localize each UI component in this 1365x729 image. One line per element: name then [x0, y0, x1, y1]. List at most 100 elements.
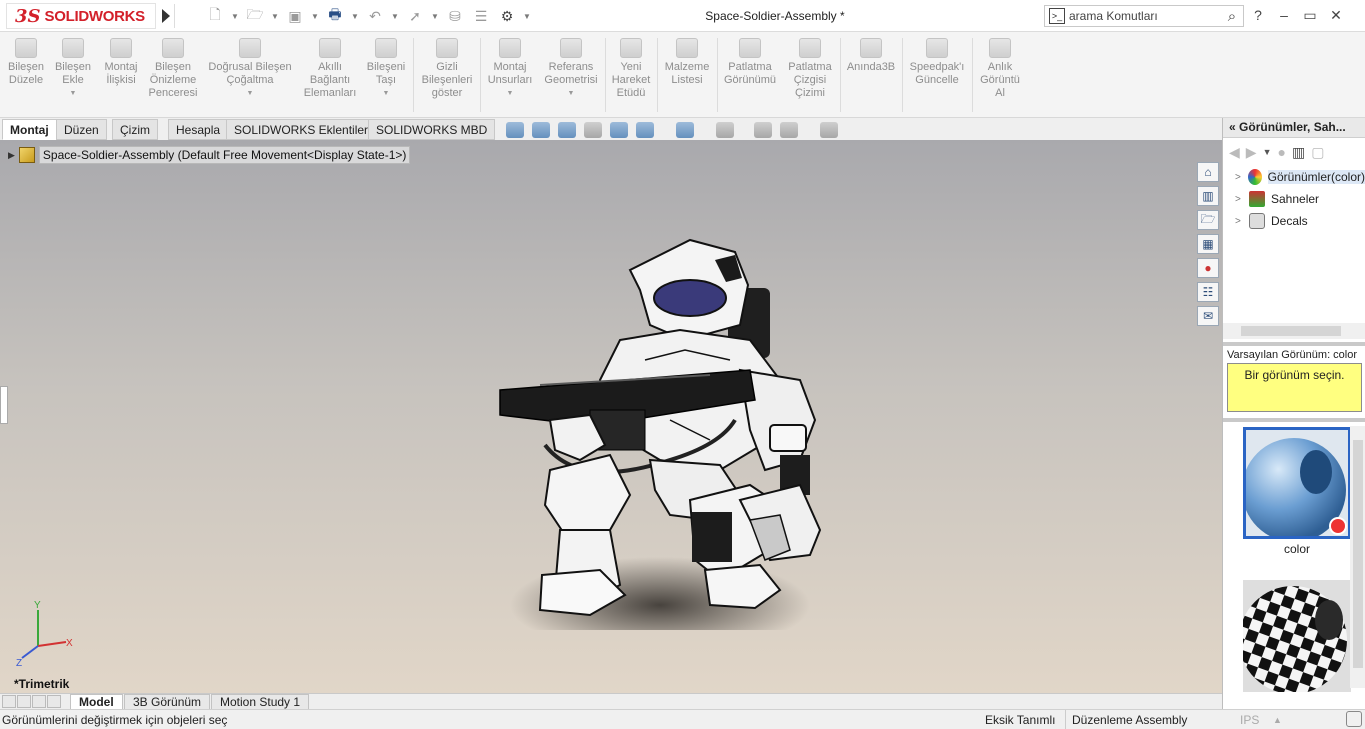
custom-properties-icon[interactable]: ☷: [1197, 282, 1219, 302]
chevron-right-icon[interactable]: >: [1235, 216, 1243, 227]
chevron-right-icon[interactable]: >: [1235, 172, 1242, 183]
panel-splitter[interactable]: [1223, 342, 1365, 346]
restore-button[interactable]: ▭: [1302, 5, 1318, 25]
zoom-to-fit-icon[interactable]: [506, 122, 524, 138]
design-library-icon[interactable]: ▥: [1197, 186, 1219, 206]
view-settings-icon[interactable]: [820, 122, 838, 138]
unit-system[interactable]: IPS: [1240, 710, 1259, 729]
chevron-right-icon[interactable]: ▶: [8, 150, 15, 161]
file-properties-icon[interactable]: ☰: [471, 6, 491, 26]
assembly-root-label[interactable]: Space-Soldier-Assembly (Default Free Mov…: [38, 146, 411, 164]
panel-collapse-handle[interactable]: [0, 386, 8, 424]
chevron-down-icon[interactable]: ▼: [391, 12, 399, 21]
home-icon[interactable]: ⌂: [1197, 162, 1219, 182]
tab-hesapla[interactable]: Hesapla: [168, 119, 229, 140]
component-preview-button[interactable]: Bileşen Önizleme Penceresi: [146, 38, 200, 100]
undo-icon[interactable]: ↶: [365, 6, 385, 26]
chevron-down-icon[interactable]: ▼: [311, 12, 319, 21]
tab-motion-study-1[interactable]: Motion Study 1: [211, 694, 310, 710]
chevron-down-icon[interactable]: ▼: [50, 87, 96, 100]
tree-item-decals[interactable]: > Decals: [1223, 210, 1365, 232]
open-folder-icon[interactable]: 🗁: [245, 6, 265, 26]
new-document-icon[interactable]: 🗋: [205, 6, 225, 26]
select-cursor-icon[interactable]: ➚: [405, 6, 425, 26]
explode-line-sketch-button[interactable]: Patlatma Çizgisi Çizimi: [782, 38, 838, 100]
chevron-down-icon[interactable]: ▼: [484, 87, 536, 100]
chevron-down-icon[interactable]: ▼: [431, 12, 439, 21]
show-hidden-components-button[interactable]: Gizli Bileşenleri göster: [418, 38, 476, 100]
update-speedpak-button[interactable]: Speedpak'ı Güncelle: [905, 38, 969, 87]
previous-tab-arrow-icon[interactable]: [17, 695, 31, 708]
last-tab-arrow-icon[interactable]: [47, 695, 61, 708]
assembly-features-button[interactable]: Montaj Unsurları ▼: [484, 38, 536, 100]
tree-item-appearances[interactable]: > Görünümler(color): [1223, 166, 1365, 188]
smart-fasteners-button[interactable]: Akıllı Bağlantı Elemanları: [300, 38, 360, 100]
tab-3d-view[interactable]: 3B Görünüm: [124, 694, 211, 710]
new-motion-study-button[interactable]: Yeni Hareket Etüdü: [608, 38, 654, 100]
forum-icon[interactable]: ✉: [1197, 306, 1219, 326]
edit-appearance-icon[interactable]: [754, 122, 772, 138]
mate-button[interactable]: Montaj İlişkisi: [98, 38, 144, 87]
add-folder-icon[interactable]: ▢: [1311, 144, 1324, 161]
tab-solidworks-eklentileri[interactable]: SOLIDWORKS Eklentileri: [226, 119, 379, 140]
tab-duzen[interactable]: Düzen: [56, 119, 107, 140]
chevron-down-icon[interactable]: ▼: [540, 87, 602, 100]
move-component-button[interactable]: Bileşeni Taşı ▼: [362, 38, 410, 100]
file-explorer-icon[interactable]: 🗁: [1197, 210, 1219, 230]
space-soldier-model[interactable]: [480, 230, 840, 630]
save-icon[interactable]: ▣: [285, 6, 305, 26]
chevron-down-icon[interactable]: ▼: [362, 87, 410, 100]
menu-expand-arrow[interactable]: [157, 4, 175, 28]
first-tab-arrow-icon[interactable]: [2, 695, 16, 708]
apply-scene-icon[interactable]: [780, 122, 798, 138]
insert-component-button[interactable]: Bileşen Ekle ▼: [50, 38, 96, 100]
dynamic-annotation-icon[interactable]: [610, 122, 628, 138]
double-chevron-left-icon[interactable]: «: [1229, 120, 1236, 134]
help-bubble-icon[interactable]: [1346, 711, 1362, 727]
tab-cizim[interactable]: Çizim: [112, 119, 158, 140]
view-palette-icon[interactable]: ▦: [1197, 234, 1219, 254]
chevron-up-icon[interactable]: ▲: [1273, 710, 1282, 729]
print-icon[interactable]: 🖶: [325, 6, 345, 26]
bill-of-materials-button[interactable]: Malzeme Listesi: [660, 38, 714, 87]
vertical-scrollbar[interactable]: [1350, 426, 1365, 688]
hide-show-items-icon[interactable]: [716, 122, 734, 138]
library-icon[interactable]: ▥: [1292, 144, 1305, 161]
scroll-thumb[interactable]: [1353, 440, 1363, 668]
close-button[interactable]: ✕: [1328, 5, 1344, 25]
appearances-icon[interactable]: ●: [1197, 258, 1219, 278]
display-style-icon[interactable]: [676, 122, 694, 138]
instant3d-button[interactable]: Anında3B: [843, 38, 899, 74]
view-orientation-icon[interactable]: [636, 122, 654, 138]
appearance-ball-icon[interactable]: ●: [1277, 144, 1285, 160]
forward-icon[interactable]: ▶: [1246, 144, 1257, 161]
edit-component-button[interactable]: Bileşen Düzele: [4, 38, 48, 87]
chevron-right-icon[interactable]: >: [1235, 194, 1243, 205]
chevron-down-icon[interactable]: ▼: [351, 12, 359, 21]
tree-item-scenes[interactable]: > Sahneler: [1223, 188, 1365, 210]
next-tab-arrow-icon[interactable]: [32, 695, 46, 708]
search-input[interactable]: arama Komutları: [1069, 9, 1221, 23]
options-gear-icon[interactable]: ⚙: [497, 6, 517, 26]
take-snapshot-button[interactable]: Anlık Görüntü Al: [975, 38, 1025, 100]
section-view-icon[interactable]: [584, 122, 602, 138]
tab-montaj[interactable]: Montaj: [2, 119, 57, 140]
appearance-thumbnail-color[interactable]: [1243, 427, 1351, 539]
back-icon[interactable]: ◀: [1229, 144, 1240, 161]
chevron-down-icon[interactable]: ▼: [523, 12, 531, 21]
help-button[interactable]: ?: [1250, 5, 1266, 25]
chevron-down-icon[interactable]: ▼: [1263, 147, 1272, 157]
graphics-area[interactable]: ▶ Space-Soldier-Assembly (Default Free M…: [0, 140, 1222, 693]
chevron-down-icon[interactable]: ▼: [271, 12, 279, 21]
appearance-thumbnail-checker[interactable]: [1243, 580, 1351, 692]
exploded-view-button[interactable]: Patlatma Görünümü: [720, 38, 780, 87]
linear-pattern-button[interactable]: Doğrusal Bileşen Çoğaltma ▼: [204, 38, 296, 100]
tab-model[interactable]: Model: [70, 694, 123, 710]
scroll-thumb[interactable]: [1241, 326, 1341, 336]
panel-splitter[interactable]: [1223, 418, 1365, 422]
chevron-down-icon[interactable]: ▼: [231, 12, 239, 21]
zoom-to-area-icon[interactable]: [532, 122, 550, 138]
previous-view-icon[interactable]: [558, 122, 576, 138]
horizontal-scrollbar[interactable]: [1223, 323, 1365, 339]
tab-solidworks-mbd[interactable]: SOLIDWORKS MBD: [368, 119, 496, 140]
